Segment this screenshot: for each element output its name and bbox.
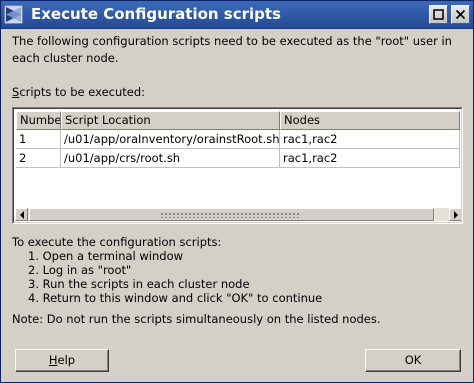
help-button[interactable]: Help (15, 349, 109, 372)
cell-number: 2 (16, 149, 61, 168)
cell-script-location: /u01/app/oraInventory/orainstRoot.sh (61, 130, 280, 149)
close-icon (455, 9, 466, 20)
help-label: elp (57, 353, 76, 367)
scripts-label-text: cripts to be executed: (19, 85, 146, 99)
instructions-heading: To execute the configuration scripts: (12, 235, 222, 249)
column-header-script-location[interactable]: Script Location (61, 111, 280, 130)
note-text: Note: Do not run the scripts simultaneou… (12, 312, 381, 326)
cell-nodes: rac1,rac2 (280, 149, 460, 168)
cell-nodes: rac1,rac2 (280, 130, 460, 149)
column-header-number[interactable]: Number (16, 111, 61, 130)
scrollbar-grip (160, 212, 300, 218)
execute-configuration-scripts-dialog: Execute Configuration scripts The follow… (0, 0, 474, 383)
close-button[interactable] (451, 5, 470, 24)
horizontal-scrollbar[interactable] (15, 208, 461, 221)
scripts-table-viewport: Number Script Location Nodes 1 /u01/app/… (13, 108, 462, 223)
scroll-left-button[interactable] (15, 208, 28, 221)
table-row[interactable]: 1 /u01/app/oraInventory/orainstRoot.sh r… (16, 130, 460, 149)
maximize-button[interactable] (429, 5, 448, 24)
table-row[interactable]: 2 /u01/app/crs/root.sh rac1,rac2 (16, 149, 460, 168)
arrow-right-icon (454, 211, 458, 219)
instruction-step: 1. Open a terminal window (28, 249, 184, 263)
title-bar[interactable]: Execute Configuration scripts (1, 1, 473, 29)
window-title: Execute Configuration scripts (31, 5, 281, 23)
instruction-step: 4. Return to this window and click "OK" … (28, 291, 323, 305)
ok-button[interactable]: OK (365, 349, 461, 372)
app-icon (4, 5, 23, 24)
intro-text: The following configuration scripts need… (12, 34, 452, 65)
cell-script-location: /u01/app/crs/root.sh (61, 149, 280, 168)
instruction-step: 2. Log in as "root" (28, 263, 132, 277)
dialog-content: The following configuration scripts need… (1, 29, 473, 382)
help-mnemonic: H (48, 353, 58, 367)
scroll-right-button[interactable] (449, 208, 461, 221)
scrollbar-thumb[interactable] (29, 208, 434, 221)
scripts-to-be-executed-label: Scripts to be executed: (12, 85, 145, 99)
maximize-icon (433, 9, 444, 20)
scripts-table[interactable]: Number Script Location Nodes 1 /u01/app/… (12, 107, 463, 224)
instruction-step: 3. Run the scripts in each cluster node (28, 277, 250, 291)
cell-number: 1 (16, 130, 61, 149)
column-header-nodes[interactable]: Nodes (280, 111, 460, 130)
arrow-left-icon (20, 211, 24, 219)
